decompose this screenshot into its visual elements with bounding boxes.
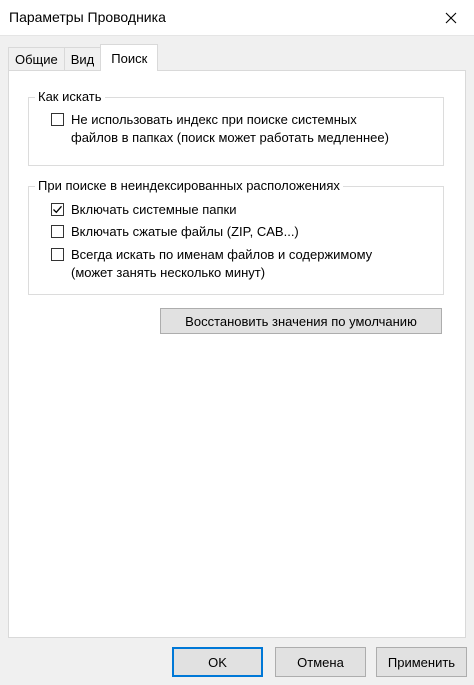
option-label: Не использовать индекс при поиске систем…: [71, 112, 389, 145]
checkbox[interactable]: [51, 203, 64, 216]
checkmark-icon: [53, 205, 62, 214]
non-indexed-group: При поиске в неиндексированных расположе…: [28, 178, 444, 295]
checkbox[interactable]: [51, 248, 64, 261]
tab-general[interactable]: Общие: [8, 47, 65, 71]
checkbox[interactable]: [51, 113, 64, 126]
close-icon: [445, 12, 457, 24]
cancel-button[interactable]: Отмена: [275, 647, 366, 677]
tab-search[interactable]: Поиск: [100, 44, 159, 71]
option-include-compressed[interactable]: Включать сжатые файлы (ZIP, CAB...): [51, 223, 436, 241]
search-tab-panel: Как искать Не использовать индекс при по…: [8, 70, 466, 638]
apply-button[interactable]: Применить: [376, 647, 467, 677]
tab-strip: Общие Вид Поиск: [8, 44, 159, 71]
option-include-system-folders[interactable]: Включать системные папки: [51, 201, 436, 219]
title-bar: Параметры Проводника: [0, 0, 474, 36]
window-title: Параметры Проводника: [9, 9, 166, 25]
group-title: При поиске в неиндексированных расположе…: [35, 178, 343, 194]
how-to-search-group: Как искать Не использовать индекс при по…: [28, 89, 444, 166]
option-always-search-contents[interactable]: Всегда искать по именам файлов и содержи…: [51, 246, 436, 282]
option-dont-use-index[interactable]: Не использовать индекс при поиске систем…: [51, 111, 436, 147]
ok-button[interactable]: OK: [172, 647, 263, 677]
group-title: Как искать: [35, 89, 105, 105]
option-label: Включать сжатые файлы (ZIP, CAB...): [71, 224, 299, 239]
folder-options-window: Параметры Проводника Общие Вид Поиск Как…: [0, 0, 474, 685]
option-label: Всегда искать по именам файлов и содержи…: [71, 247, 373, 280]
checkbox[interactable]: [51, 225, 64, 238]
tab-view[interactable]: Вид: [63, 47, 102, 71]
option-label: Включать системные папки: [71, 202, 237, 217]
close-button[interactable]: [428, 0, 474, 36]
restore-defaults-button[interactable]: Восстановить значения по умолчанию: [160, 308, 442, 334]
